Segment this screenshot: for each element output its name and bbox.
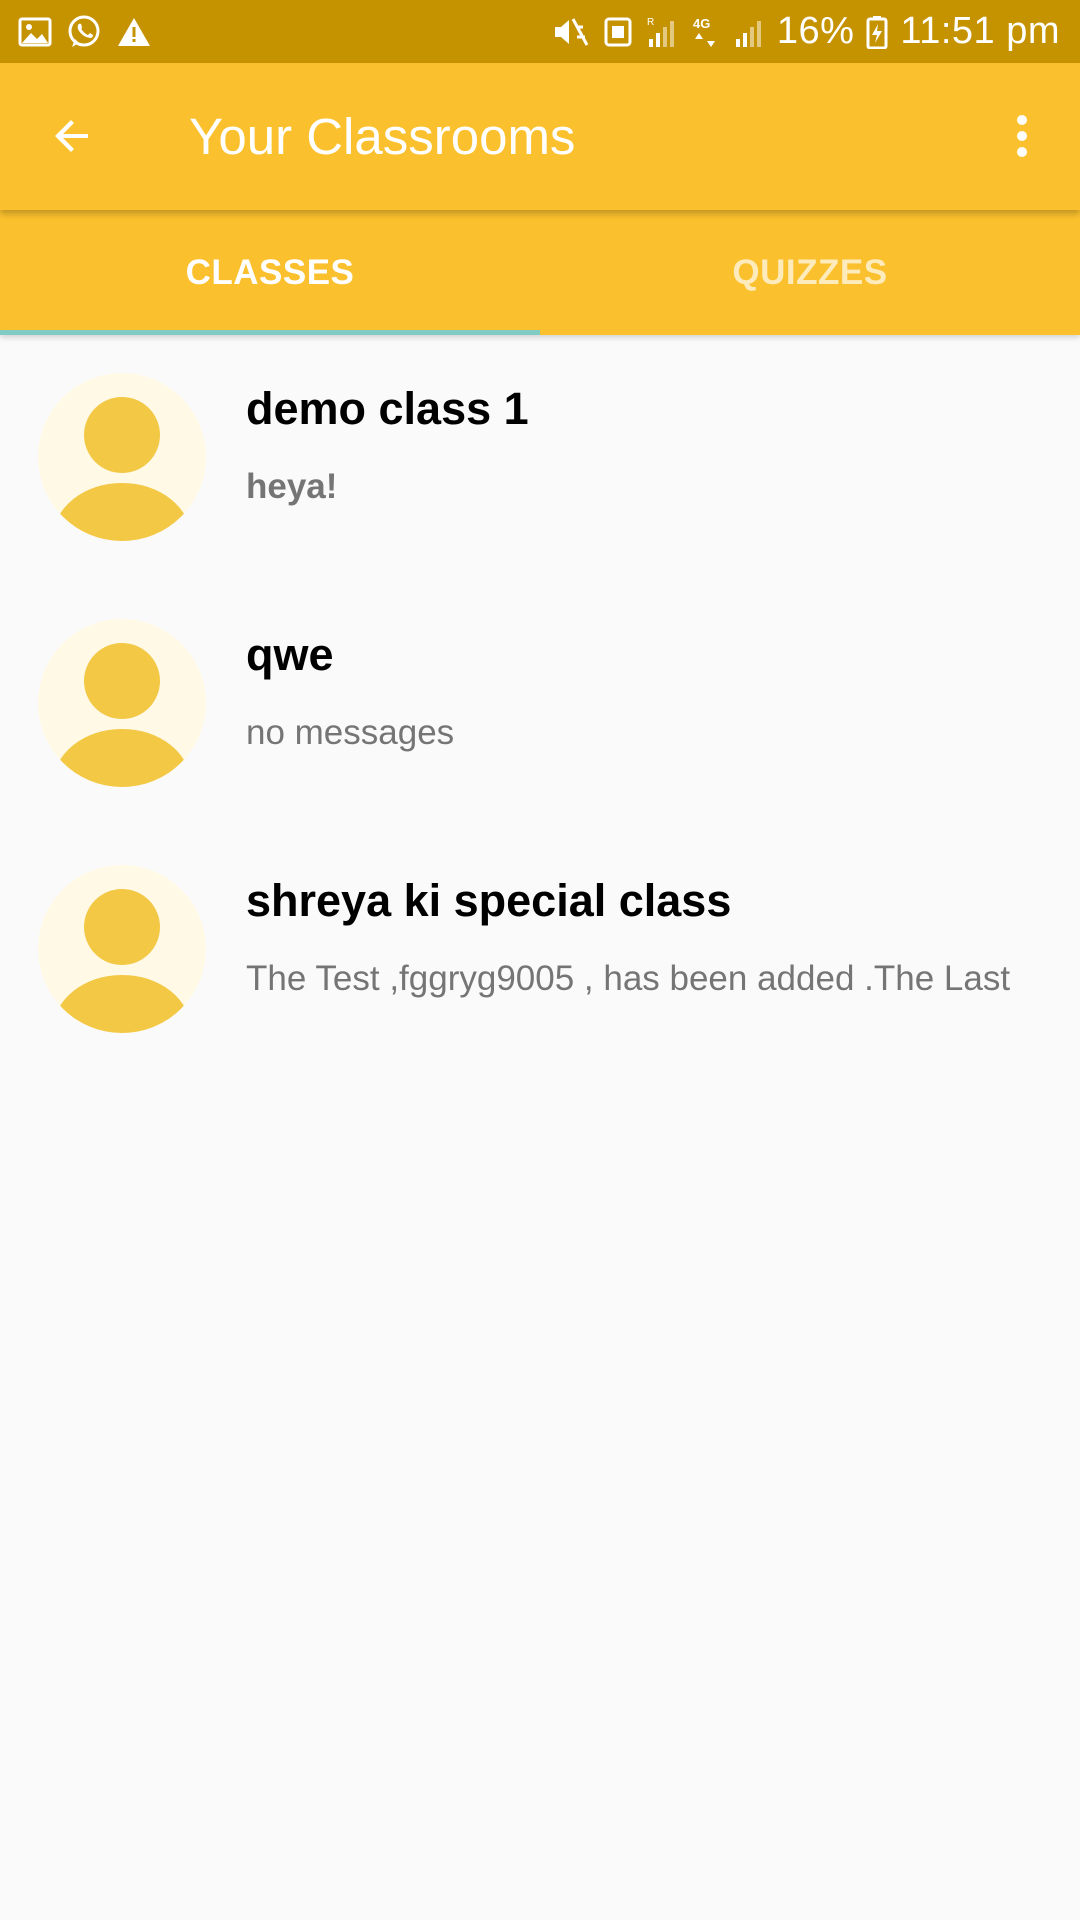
class-name: shreya ki special class: [246, 875, 732, 926]
class-avatar-icon: [38, 373, 206, 541]
class-list-item[interactable]: shreya ki special class The Test ,fggryg…: [0, 827, 1080, 1073]
class-name: demo class 1: [246, 383, 529, 434]
status-bar: R 4G 16% 11:51 pm: [0, 0, 1080, 63]
nfc-icon: [603, 16, 633, 48]
image-icon: [18, 17, 52, 47]
tab-quizzes-label: QUIZZES: [732, 252, 888, 292]
class-list-item[interactable]: demo class 1 heya!: [0, 335, 1080, 581]
app-bar: Your Classrooms: [0, 63, 1080, 210]
page-title: Your Classrooms: [189, 108, 576, 165]
tab-indicator: [0, 330, 540, 335]
status-time: 11:51 pm: [900, 10, 1060, 52]
vibrate-mute-icon: [551, 15, 591, 49]
class-list-item[interactable]: qwe no messages: [0, 581, 1080, 827]
battery-percent: 16%: [776, 10, 855, 52]
overflow-menu-button[interactable]: [1002, 108, 1042, 164]
data-4g-icon: 4G: [691, 15, 721, 49]
class-list: demo class 1 heya! qwe no messages shrey…: [0, 335, 1080, 1073]
signal-icon: [733, 15, 765, 49]
battery-charging-icon: [866, 15, 888, 49]
class-last-message: heya!: [246, 467, 338, 506]
tab-quizzes[interactable]: QUIZZES: [540, 210, 1080, 335]
svg-text:R: R: [647, 17, 654, 28]
tab-classes[interactable]: CLASSES: [0, 210, 540, 335]
class-name: qwe: [246, 629, 334, 680]
tab-bar: CLASSES QUIZZES: [0, 210, 1080, 335]
arrow-left-icon: [55, 120, 88, 152]
tab-classes-label: CLASSES: [185, 252, 355, 292]
status-left-icons: [18, 14, 166, 50]
back-button[interactable]: [44, 108, 100, 164]
whatsapp-icon: [66, 14, 102, 50]
class-last-message: The Test ,fggryg9005 , has been added .T…: [246, 959, 1011, 998]
svg-text:4G: 4G: [693, 16, 710, 31]
class-avatar-icon: [38, 619, 206, 787]
class-last-message: no messages: [246, 713, 455, 752]
signal-icon: R: [645, 15, 679, 49]
class-avatar-icon: [38, 865, 206, 1033]
more-vert-icon: [1017, 115, 1027, 157]
status-right-icons: R 4G 16% 11:51 pm: [539, 10, 1060, 53]
warning-icon: [116, 16, 152, 48]
